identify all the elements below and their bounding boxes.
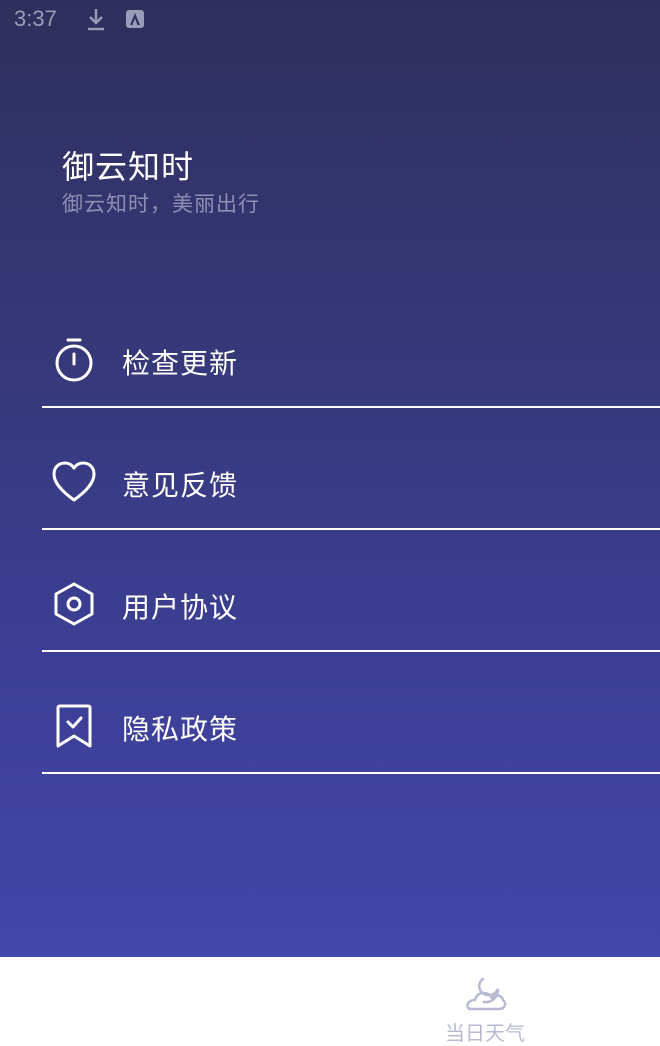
bottom-navigation: 当日天气 [0, 957, 660, 1046]
heart-icon [52, 458, 96, 506]
divider [42, 772, 660, 774]
hexagon-icon [52, 580, 96, 628]
a-box-icon [126, 10, 144, 28]
menu-item-label: 检查更新 [122, 347, 239, 380]
stopwatch-icon [52, 336, 96, 384]
divider [42, 406, 660, 408]
menu-item-feedback[interactable]: 意见反馈 [42, 420, 660, 542]
status-time: 3:37 [14, 6, 57, 31]
tab-label: 当日天气 [445, 1021, 525, 1045]
status-bar: 3:37 [0, 0, 660, 40]
download-icon [86, 7, 106, 33]
settings-menu: 检查更新 意见反馈 用户协议 隐私政策 [42, 298, 660, 786]
tab-daily-weather[interactable]: 当日天气 [430, 969, 540, 1045]
main-panel: 3:37 御云知时 御云知时，美丽出行 检查更新 意见反馈 用户协议 隐私政策 [0, 0, 660, 957]
app-title: 御云知时 [62, 148, 195, 186]
menu-item-label: 隐私政策 [122, 713, 239, 746]
divider [42, 528, 660, 530]
menu-item-check-update[interactable]: 检查更新 [42, 298, 660, 420]
menu-item-label: 用户协议 [122, 591, 239, 624]
moon-cloud-icon [461, 973, 509, 1013]
bookmark-check-icon [52, 702, 96, 750]
menu-item-label: 意见反馈 [122, 469, 239, 502]
screen: 3:37 御云知时 御云知时，美丽出行 检查更新 意见反馈 用户协议 隐私政策 … [0, 0, 660, 1046]
menu-item-privacy-policy[interactable]: 隐私政策 [42, 664, 660, 786]
divider [42, 650, 660, 652]
menu-item-user-agreement[interactable]: 用户协议 [42, 542, 660, 664]
app-subtitle: 御云知时，美丽出行 [62, 192, 260, 216]
